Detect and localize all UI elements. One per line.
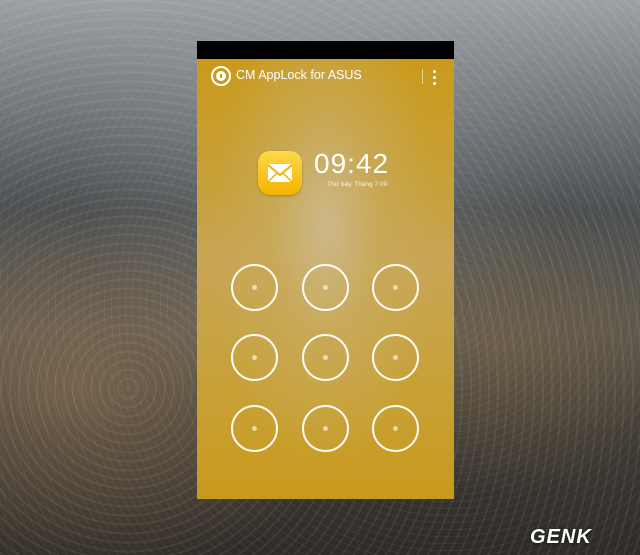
- watermark-logo: GENK: [530, 526, 592, 548]
- clock-time: 09:42: [314, 148, 390, 179]
- lock-screen: CM AppLock for ASUS 09:42 Thứ bảy, Tháng…: [197, 59, 454, 499]
- phone-screen: CM AppLock for ASUS 09:42 Thứ bảy, Tháng…: [197, 41, 454, 499]
- status-bar: [197, 41, 454, 59]
- pattern-dot-8[interactable]: [302, 405, 349, 452]
- toolbar-divider: [422, 69, 423, 84]
- pattern-dot-5[interactable]: [302, 334, 349, 381]
- app-toolbar: CM AppLock for ASUS: [197, 59, 454, 95]
- app-title: CM AppLock for ASUS: [236, 68, 362, 82]
- pattern-dot-6[interactable]: [372, 334, 419, 381]
- pattern-dot-7[interactable]: [231, 405, 278, 452]
- pattern-dot-2[interactable]: [302, 264, 349, 311]
- pattern-dot-9[interactable]: [372, 405, 419, 452]
- pattern-dot-1[interactable]: [231, 264, 278, 311]
- mail-icon: [258, 151, 302, 195]
- clock-date: Thứ bảy, Tháng 7 09: [327, 181, 388, 188]
- pattern-dot-4[interactable]: [231, 334, 278, 381]
- more-vertical-icon[interactable]: [429, 67, 441, 87]
- lock-icon: [211, 66, 231, 86]
- pattern-dot-3[interactable]: [372, 264, 419, 311]
